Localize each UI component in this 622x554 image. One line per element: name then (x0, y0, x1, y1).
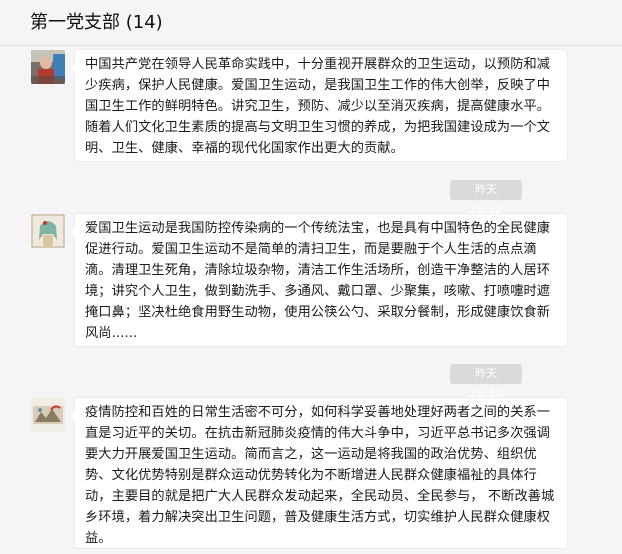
sender-avatar[interactable] (31, 50, 65, 84)
message-bubble[interactable]: 爱国卫生运动是我国防控传染病的一个传统法宝，也是具有中国特色的全民健康促进行动。… (69, 213, 568, 347)
chat-header: 第一党支部 (14) (0, 0, 622, 46)
message-bubble[interactable]: 疫情防控和百姓的日常生活密不可分，如何科学妥善地处理好两者之间的关系一直是习近平… (69, 397, 568, 549)
sender-avatar[interactable] (31, 214, 65, 248)
message-text: 爱国卫生运动是我国防控传染病的一个传统法宝，也是具有中国特色的全民健康促进行动。… (85, 221, 551, 341)
message-bubble[interactable]: 中国共产党在领导人民革命实践中，十分重视开展群众的卫生运动，以预防和减少疾病，保… (69, 49, 568, 162)
message-text: 中国共产党在领导人民革命实践中，十分重视开展群众的卫生运动，以预防和减少疾病，保… (85, 57, 551, 156)
timestamp-badge: 昨天 22:12 (450, 180, 522, 216)
timestamp-badge: 昨天 22:30 (450, 364, 522, 400)
message-text: 疫情防控和百姓的日常生活密不可分，如何科学妥善地处理好两者之间的关系一直是习近平… (85, 405, 555, 546)
sender-avatar[interactable] (31, 398, 65, 432)
chat-title: 第一党支部 (14) (30, 12, 163, 33)
